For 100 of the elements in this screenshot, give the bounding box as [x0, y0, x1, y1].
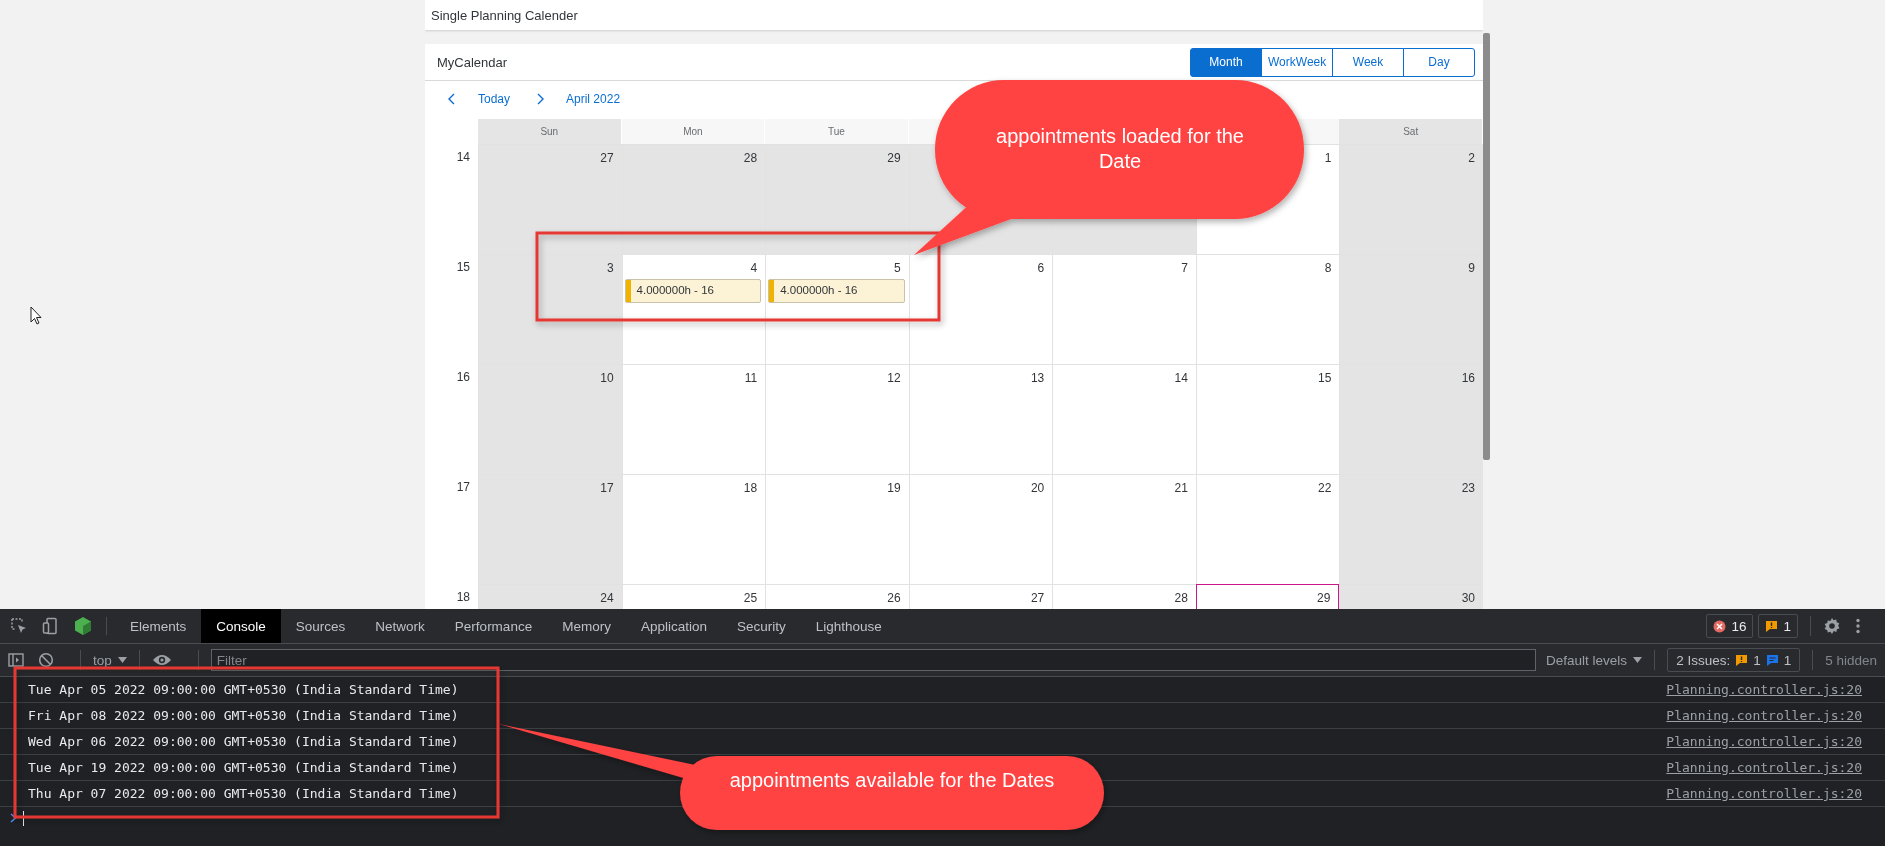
- day-cell[interactable]: 17: [478, 474, 622, 584]
- day-cell[interactable]: 27: [908, 584, 1053, 609]
- calendar-title: MyCalendar: [437, 54, 508, 70]
- date-number: 8: [1324, 261, 1332, 275]
- day-cell[interactable]: 16: [1339, 364, 1483, 474]
- week-number: 17: [456, 480, 470, 494]
- previous-icon[interactable]: [448, 93, 456, 105]
- caret-icon: [117, 657, 127, 663]
- warning-counter[interactable]: 1: [1758, 614, 1798, 638]
- clear-console-icon[interactable]: [38, 652, 54, 668]
- levels-dropdown[interactable]: Default levels: [1546, 652, 1643, 668]
- day-cell[interactable]: 15: [1195, 364, 1340, 474]
- day-cell[interactable]: 22: [1195, 474, 1340, 584]
- filter-field[interactable]: Filter: [210, 649, 1537, 671]
- page-title: Single Planning Calender: [431, 7, 578, 23]
- date-number: 5: [894, 261, 901, 275]
- day-cell[interactable]: 18: [621, 474, 766, 584]
- day-cell[interactable]: 8: [1195, 254, 1340, 364]
- appointment[interactable]: 4.000000h - 16: [768, 279, 905, 303]
- date-number: 28: [743, 151, 758, 165]
- date-number: 26: [887, 591, 901, 605]
- date-number: 15: [1318, 371, 1332, 385]
- more-options-icon[interactable]: [1855, 618, 1861, 634]
- cube-icon[interactable]: [74, 616, 92, 636]
- source-link[interactable]: Planning.controller.js:20: [1666, 786, 1862, 801]
- eye-icon[interactable]: [151, 653, 172, 667]
- sidebar-toggle-icon[interactable]: [8, 652, 24, 668]
- callout-text: appointments loaded for the Date: [995, 124, 1245, 174]
- date-number: 29: [887, 151, 901, 165]
- day-cell[interactable]: 9: [1339, 254, 1483, 364]
- devtools-tab[interactable]: Elements: [115, 609, 202, 643]
- view-toggle[interactable]: Day: [1403, 47, 1475, 77]
- context-dropdown[interactable]: top: [93, 652, 127, 668]
- error-counter[interactable]: 16: [1706, 614, 1754, 638]
- month-picker-link[interactable]: April 2022: [566, 92, 621, 106]
- view-toggle[interactable]: Week: [1332, 47, 1404, 77]
- inspect-icon[interactable]: [10, 617, 28, 635]
- week-number: 15: [456, 260, 470, 274]
- source-link[interactable]: Planning.controller.js:20: [1666, 682, 1862, 697]
- today-link[interactable]: Today: [478, 92, 511, 106]
- day-cell[interactable]: 25: [621, 584, 766, 609]
- day-cell[interactable]: 12: [765, 364, 909, 474]
- day-cell[interactable]: 28: [1052, 584, 1196, 609]
- devtools-tab[interactable]: Memory: [547, 609, 626, 643]
- day-cell[interactable]: 4 4.000000h - 16: [621, 254, 766, 364]
- date-number: 1: [1324, 151, 1332, 165]
- date-number: 27: [600, 151, 614, 165]
- date-number: 10: [600, 371, 614, 385]
- warning-icon: [1735, 653, 1749, 667]
- day-cell[interactable]: 29: [1195, 584, 1340, 609]
- date-number: 20: [1030, 481, 1045, 495]
- settings-icon[interactable]: [1823, 617, 1841, 635]
- week-number: 18: [456, 590, 470, 604]
- devtools-tab[interactable]: Lighthouse: [800, 609, 897, 643]
- day-cell[interactable]: 24: [478, 584, 622, 609]
- day-cell[interactable]: 28: [621, 144, 766, 254]
- devtools-tab[interactable]: Security: [721, 609, 801, 643]
- source-link[interactable]: Planning.controller.js:20: [1666, 708, 1862, 723]
- date-number: 21: [1174, 481, 1188, 495]
- day-cell[interactable]: 30: [1339, 584, 1483, 609]
- day-cell[interactable]: 11: [621, 364, 766, 474]
- day-cell[interactable]: 2: [1339, 144, 1483, 254]
- day-cell[interactable]: 20: [908, 474, 1053, 584]
- prompt-icon: [10, 813, 17, 823]
- mouse-pointer-icon: [30, 306, 42, 325]
- source-link[interactable]: Planning.controller.js:20: [1666, 734, 1862, 749]
- message-icon: [1765, 653, 1779, 667]
- day-cell[interactable]: 7: [1052, 254, 1196, 364]
- view-toggle[interactable]: WorkWeek: [1261, 47, 1333, 77]
- devtools-tab[interactable]: Performance: [439, 609, 548, 643]
- day-cell[interactable]: 10: [478, 364, 622, 474]
- issues-button[interactable]: 2 Issues: 1 1: [1667, 648, 1801, 672]
- text-cursor[interactable]: [23, 810, 24, 826]
- day-cell[interactable]: 23: [1339, 474, 1483, 584]
- callout-text: appointments available for the Dates: [728, 768, 1056, 793]
- devtools-tab[interactable]: Network: [360, 609, 440, 643]
- day-cell[interactable]: 13: [908, 364, 1053, 474]
- day-cell[interactable]: 5 4.000000h - 16: [765, 254, 909, 364]
- next-icon[interactable]: [536, 93, 545, 105]
- device-icon[interactable]: [42, 617, 60, 635]
- devtools-tab[interactable]: Application: [625, 609, 722, 643]
- devtools-tab[interactable]: Sources: [280, 609, 361, 643]
- view-toggle[interactable]: Month: [1190, 47, 1262, 77]
- devtools-tab[interactable]: Console: [201, 609, 281, 643]
- scrollbar-thumb[interactable]: [1483, 33, 1490, 460]
- source-link[interactable]: Planning.controller.js:20: [1666, 760, 1862, 775]
- day-cell[interactable]: 6: [908, 254, 1053, 364]
- day-cell[interactable]: 26: [765, 584, 909, 609]
- day-cell[interactable]: 19: [765, 474, 909, 584]
- date-number: 3: [606, 261, 614, 275]
- day-cell[interactable]: 14: [1052, 364, 1196, 474]
- week-number: 14: [456, 150, 470, 164]
- day-cell[interactable]: 27: [478, 144, 622, 254]
- date-number: 28: [1174, 591, 1188, 605]
- day-cell[interactable]: 29: [765, 144, 909, 254]
- date-number: 14: [1174, 371, 1188, 385]
- appointment[interactable]: 4.000000h - 16: [624, 279, 762, 303]
- day-cell[interactable]: 3: [478, 254, 622, 364]
- day-cell[interactable]: 21: [1052, 474, 1196, 584]
- log-message: Tue Apr 19 2022 09:00:00 GMT+0530 (India Standard Time): [28, 760, 459, 775]
